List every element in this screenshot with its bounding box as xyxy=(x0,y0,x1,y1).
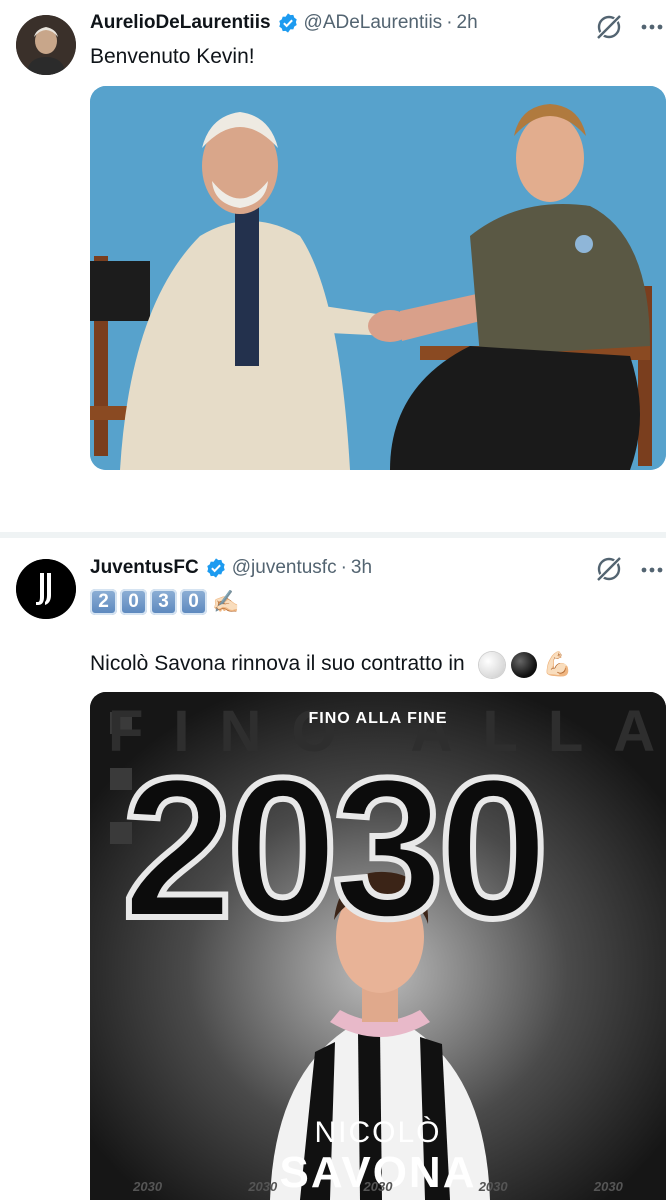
keycap-digit: 3 xyxy=(150,589,177,615)
keycap-digit: 0 xyxy=(120,589,147,615)
strip-year: 2030 xyxy=(478,1179,508,1194)
tweet-juventus[interactable]: JuventusFC @juventusfc · 3h 2 0 3 0 ✍🏻 N… xyxy=(0,538,666,1200)
tweet-header: AurelioDeLaurentiis @ADeLaurentiis · 2h xyxy=(90,12,478,34)
author-handle[interactable]: @ADeLaurentiis xyxy=(304,12,443,34)
black-circle-icon xyxy=(510,651,537,678)
author-name[interactable]: JuventusFC xyxy=(90,557,199,579)
more-options-icon[interactable] xyxy=(638,558,666,582)
writing-hand-emoji: ✍🏻 xyxy=(212,589,240,614)
keycap-digit: 2 xyxy=(90,589,117,615)
tweet-delaurentiis[interactable]: AurelioDeLaurentiis @ADeLaurentiis · 2h … xyxy=(0,0,666,532)
tweet-text: Nicolò Savona rinnova il suo contratto i… xyxy=(90,650,572,679)
white-circle-icon xyxy=(478,651,505,678)
keycap-digit: 0 xyxy=(180,589,207,615)
strip-year: 2030 xyxy=(593,1179,623,1194)
tweet-header: JuventusFC @juventusfc · 3h xyxy=(90,557,372,579)
emoji-group: 💪🏻 xyxy=(478,650,573,679)
strip-year: 2030 xyxy=(363,1179,393,1194)
author-handle[interactable]: @juventusfc xyxy=(232,557,337,579)
verified-badge-icon xyxy=(207,558,225,578)
tweet-photo[interactable]: FINO ALLA FINE FINO ALLA FINE 2030 NICOL… xyxy=(90,692,666,1200)
handshake-photo-icon xyxy=(90,86,666,470)
year-strip: 2030 2030 2030 2030 2030 xyxy=(90,1179,666,1194)
tweet-text-body: Nicolò Savona rinnova il suo contratto i… xyxy=(90,652,465,676)
separator: · xyxy=(446,12,453,33)
profile-photo-icon xyxy=(16,15,76,75)
strip-year: 2030 xyxy=(248,1179,278,1194)
tweet-text: Benvenuto Kevin! xyxy=(90,45,255,68)
timestamp[interactable]: 3h xyxy=(351,557,372,579)
flexed-biceps-emoji: 💪🏻 xyxy=(542,651,573,678)
contract-year: 2030 xyxy=(119,734,552,963)
keycap-emoji-row: 2 0 3 0 ✍🏻 xyxy=(90,589,239,615)
separator: · xyxy=(340,557,347,578)
strip-year: 2030 xyxy=(133,1179,163,1194)
avatar[interactable] xyxy=(16,559,76,619)
grok-icon[interactable] xyxy=(594,12,624,42)
avatar[interactable] xyxy=(16,15,76,75)
timestamp[interactable]: 2h xyxy=(457,12,478,34)
tweet-photo[interactable] xyxy=(90,86,666,470)
more-options-icon[interactable] xyxy=(638,15,666,39)
verified-badge-icon xyxy=(278,13,297,33)
player-first-name: NICOLÒ xyxy=(314,1116,442,1149)
juventus-logo-icon xyxy=(16,559,76,619)
banner-title: FINO ALLA FINE xyxy=(308,710,448,727)
author-name[interactable]: AurelioDeLaurentiis xyxy=(90,12,271,34)
grok-icon[interactable] xyxy=(594,554,624,584)
